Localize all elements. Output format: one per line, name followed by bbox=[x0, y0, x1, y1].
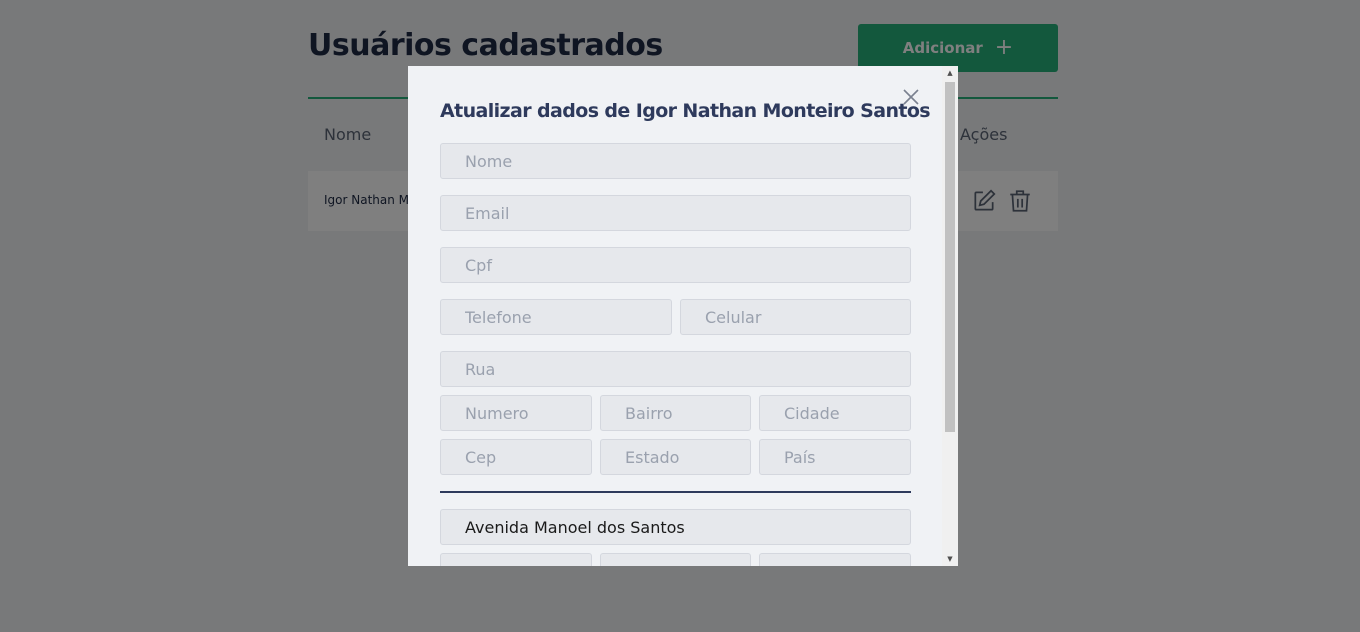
address-city-field[interactable] bbox=[759, 553, 911, 566]
address-number-field[interactable] bbox=[440, 553, 592, 566]
cep-field[interactable] bbox=[440, 439, 592, 475]
estado-field[interactable] bbox=[600, 439, 751, 475]
address-district-field[interactable] bbox=[600, 553, 751, 566]
cidade-field[interactable] bbox=[759, 395, 911, 431]
pais-field[interactable] bbox=[759, 439, 911, 475]
telefone-field[interactable] bbox=[440, 299, 672, 335]
cpf-field[interactable] bbox=[440, 247, 911, 283]
update-user-modal: Atualizar dados de Igor Nathan Monteiro … bbox=[408, 66, 958, 566]
scroll-up-arrow-icon[interactable]: ▲ bbox=[942, 66, 958, 80]
scroll-thumb[interactable] bbox=[945, 82, 955, 432]
email-field[interactable] bbox=[440, 195, 911, 231]
bairro-field[interactable] bbox=[600, 395, 751, 431]
address-street-field[interactable] bbox=[440, 509, 911, 545]
modal-title: Atualizar dados de Igor Nathan Monteiro … bbox=[440, 100, 931, 122]
scroll-down-arrow-icon[interactable]: ▼ bbox=[942, 552, 958, 566]
celular-field[interactable] bbox=[680, 299, 911, 335]
modal-scrollbar[interactable]: ▲ ▼ bbox=[942, 66, 958, 566]
numero-field[interactable] bbox=[440, 395, 592, 431]
nome-field[interactable] bbox=[440, 143, 911, 179]
modal-section-divider bbox=[440, 491, 911, 493]
rua-field[interactable] bbox=[440, 351, 911, 387]
